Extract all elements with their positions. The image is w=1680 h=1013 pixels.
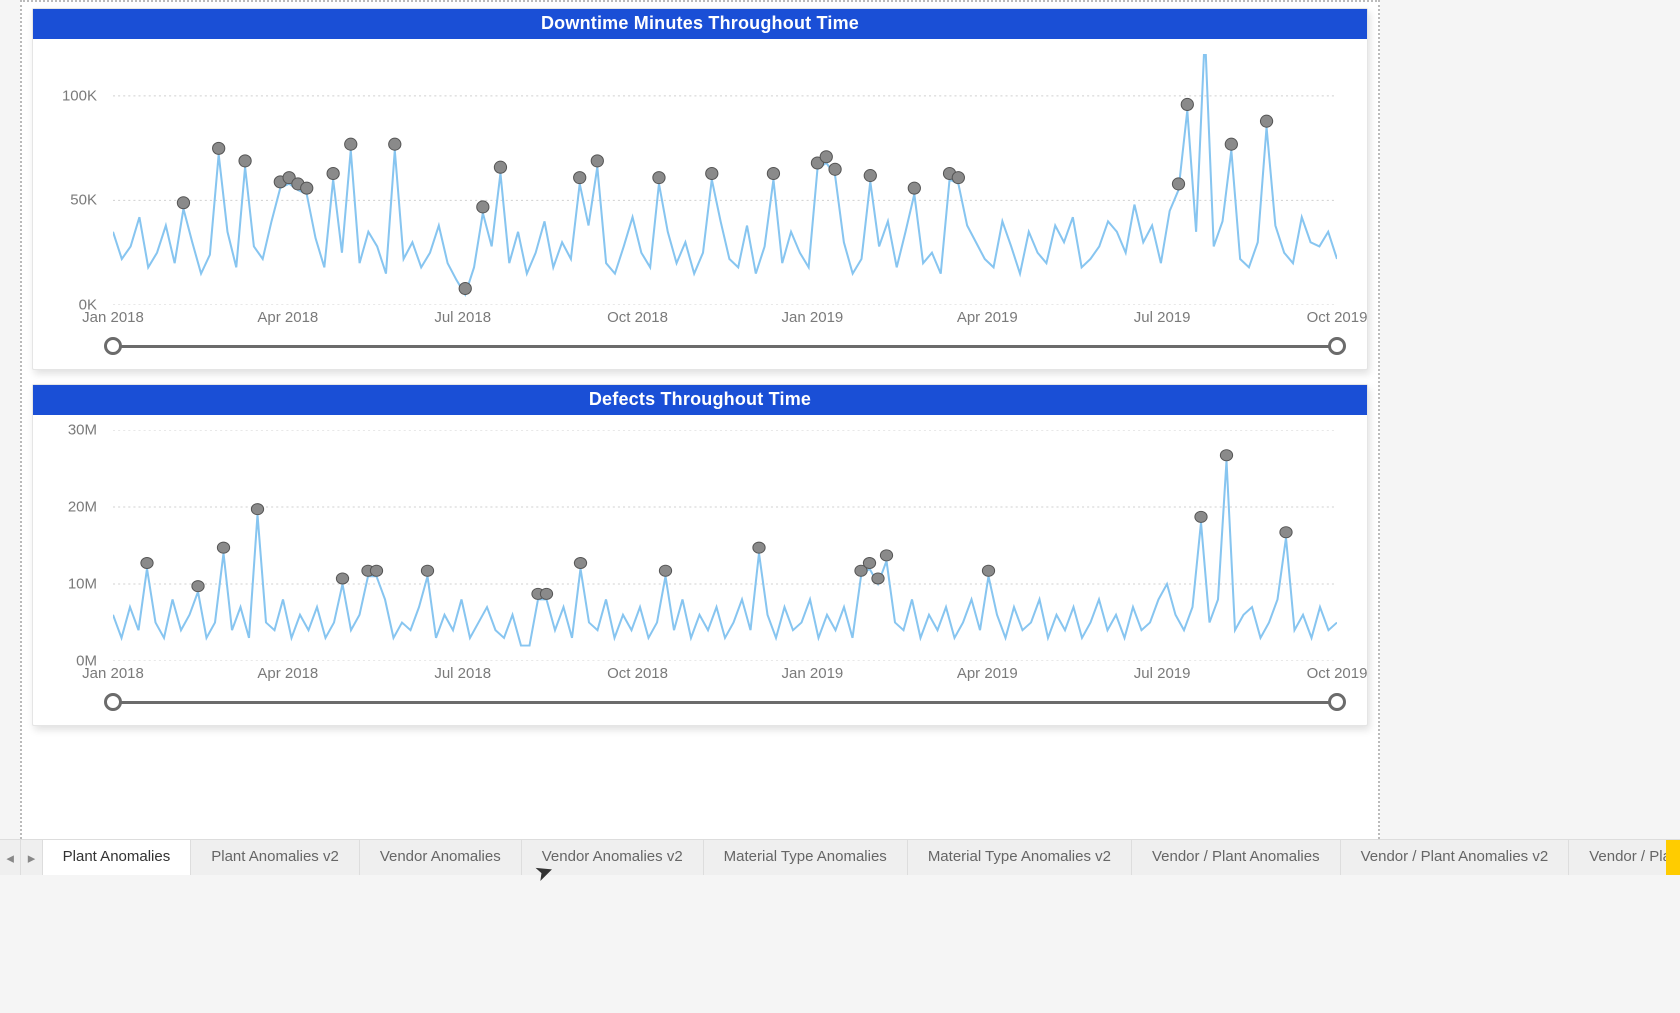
x-tick-label: Apr 2019 [957,309,1018,326]
x-tick-label: Apr 2018 [257,309,318,326]
chart-body: Jan 2018Apr 2018Jul 2018Oct 2018Jan 2019… [33,415,1367,725]
x-tick-label: Apr 2019 [957,665,1018,682]
x-tick-label: Jul 2018 [434,309,491,326]
y-tick-label: 30M [33,422,105,439]
page-tab[interactable]: Vendor Anomalies v2 [522,840,704,875]
plot-area[interactable] [113,430,1337,661]
x-tick-label: Jul 2019 [1134,665,1191,682]
slider-handle-start[interactable] [104,337,122,355]
slider-handle-end[interactable] [1328,693,1346,711]
page-tab[interactable]: Vendor Anomalies [360,840,522,875]
page-tab[interactable]: Material Type Anomalies [704,840,908,875]
page-tabs: ◂ ▸ Plant AnomaliesPlant Anomalies v2Ven… [0,839,1680,875]
y-tick-label: 20M [33,499,105,516]
y-tick-label: 10M [33,576,105,593]
page-tab[interactable]: Vendor / Plant Ano [1569,840,1680,875]
x-tick-label: Jan 2019 [782,309,844,326]
x-tick-label: Oct 2019 [1307,309,1368,326]
slider-track [113,701,1337,704]
x-tick-label: Jan 2019 [782,665,844,682]
time-range-slider[interactable] [113,337,1337,355]
report-canvas: Downtime Minutes Throughout Time Jan 201… [20,0,1380,843]
page-tab[interactable]: Plant Anomalies v2 [191,840,360,875]
chart-title: Downtime Minutes Throughout Time [33,9,1367,39]
chart-body: Jan 2018Apr 2018Jul 2018Oct 2018Jan 2019… [33,39,1367,369]
page-tab[interactable]: Plant Anomalies [43,840,192,875]
slider-handle-start[interactable] [104,693,122,711]
chart-title: Defects Throughout Time [33,385,1367,415]
x-tick-label: Oct 2019 [1307,665,1368,682]
y-tick-label: 100K [33,87,105,104]
x-axis: Jan 2018Apr 2018Jul 2018Oct 2018Jan 2019… [113,665,1337,685]
x-axis: Jan 2018Apr 2018Jul 2018Oct 2018Jan 2019… [113,309,1337,329]
scroll-marker-icon [1666,840,1680,875]
tabs-prev-button[interactable]: ◂ [0,840,21,875]
page-tab[interactable]: Vendor / Plant Anomalies v2 [1341,840,1570,875]
time-range-slider[interactable] [113,693,1337,711]
slider-handle-end[interactable] [1328,337,1346,355]
y-tick-label: 0M [33,653,105,670]
y-tick-label: 50K [33,192,105,209]
x-tick-label: Oct 2018 [607,309,668,326]
y-tick-label: 0K [33,297,105,314]
page-tab[interactable]: Material Type Anomalies v2 [908,840,1132,875]
x-tick-label: Jul 2019 [1134,309,1191,326]
page-tab[interactable]: Vendor / Plant Anomalies [1132,840,1341,875]
chart-downtime[interactable]: Downtime Minutes Throughout Time Jan 201… [32,8,1368,370]
x-tick-label: Jul 2018 [434,665,491,682]
x-tick-label: Apr 2018 [257,665,318,682]
tabs-next-button[interactable]: ▸ [21,840,42,875]
slider-track [113,345,1337,348]
x-tick-label: Oct 2018 [607,665,668,682]
chart-defects[interactable]: Defects Throughout Time Jan 2018Apr 2018… [32,384,1368,726]
plot-area[interactable] [113,54,1337,305]
